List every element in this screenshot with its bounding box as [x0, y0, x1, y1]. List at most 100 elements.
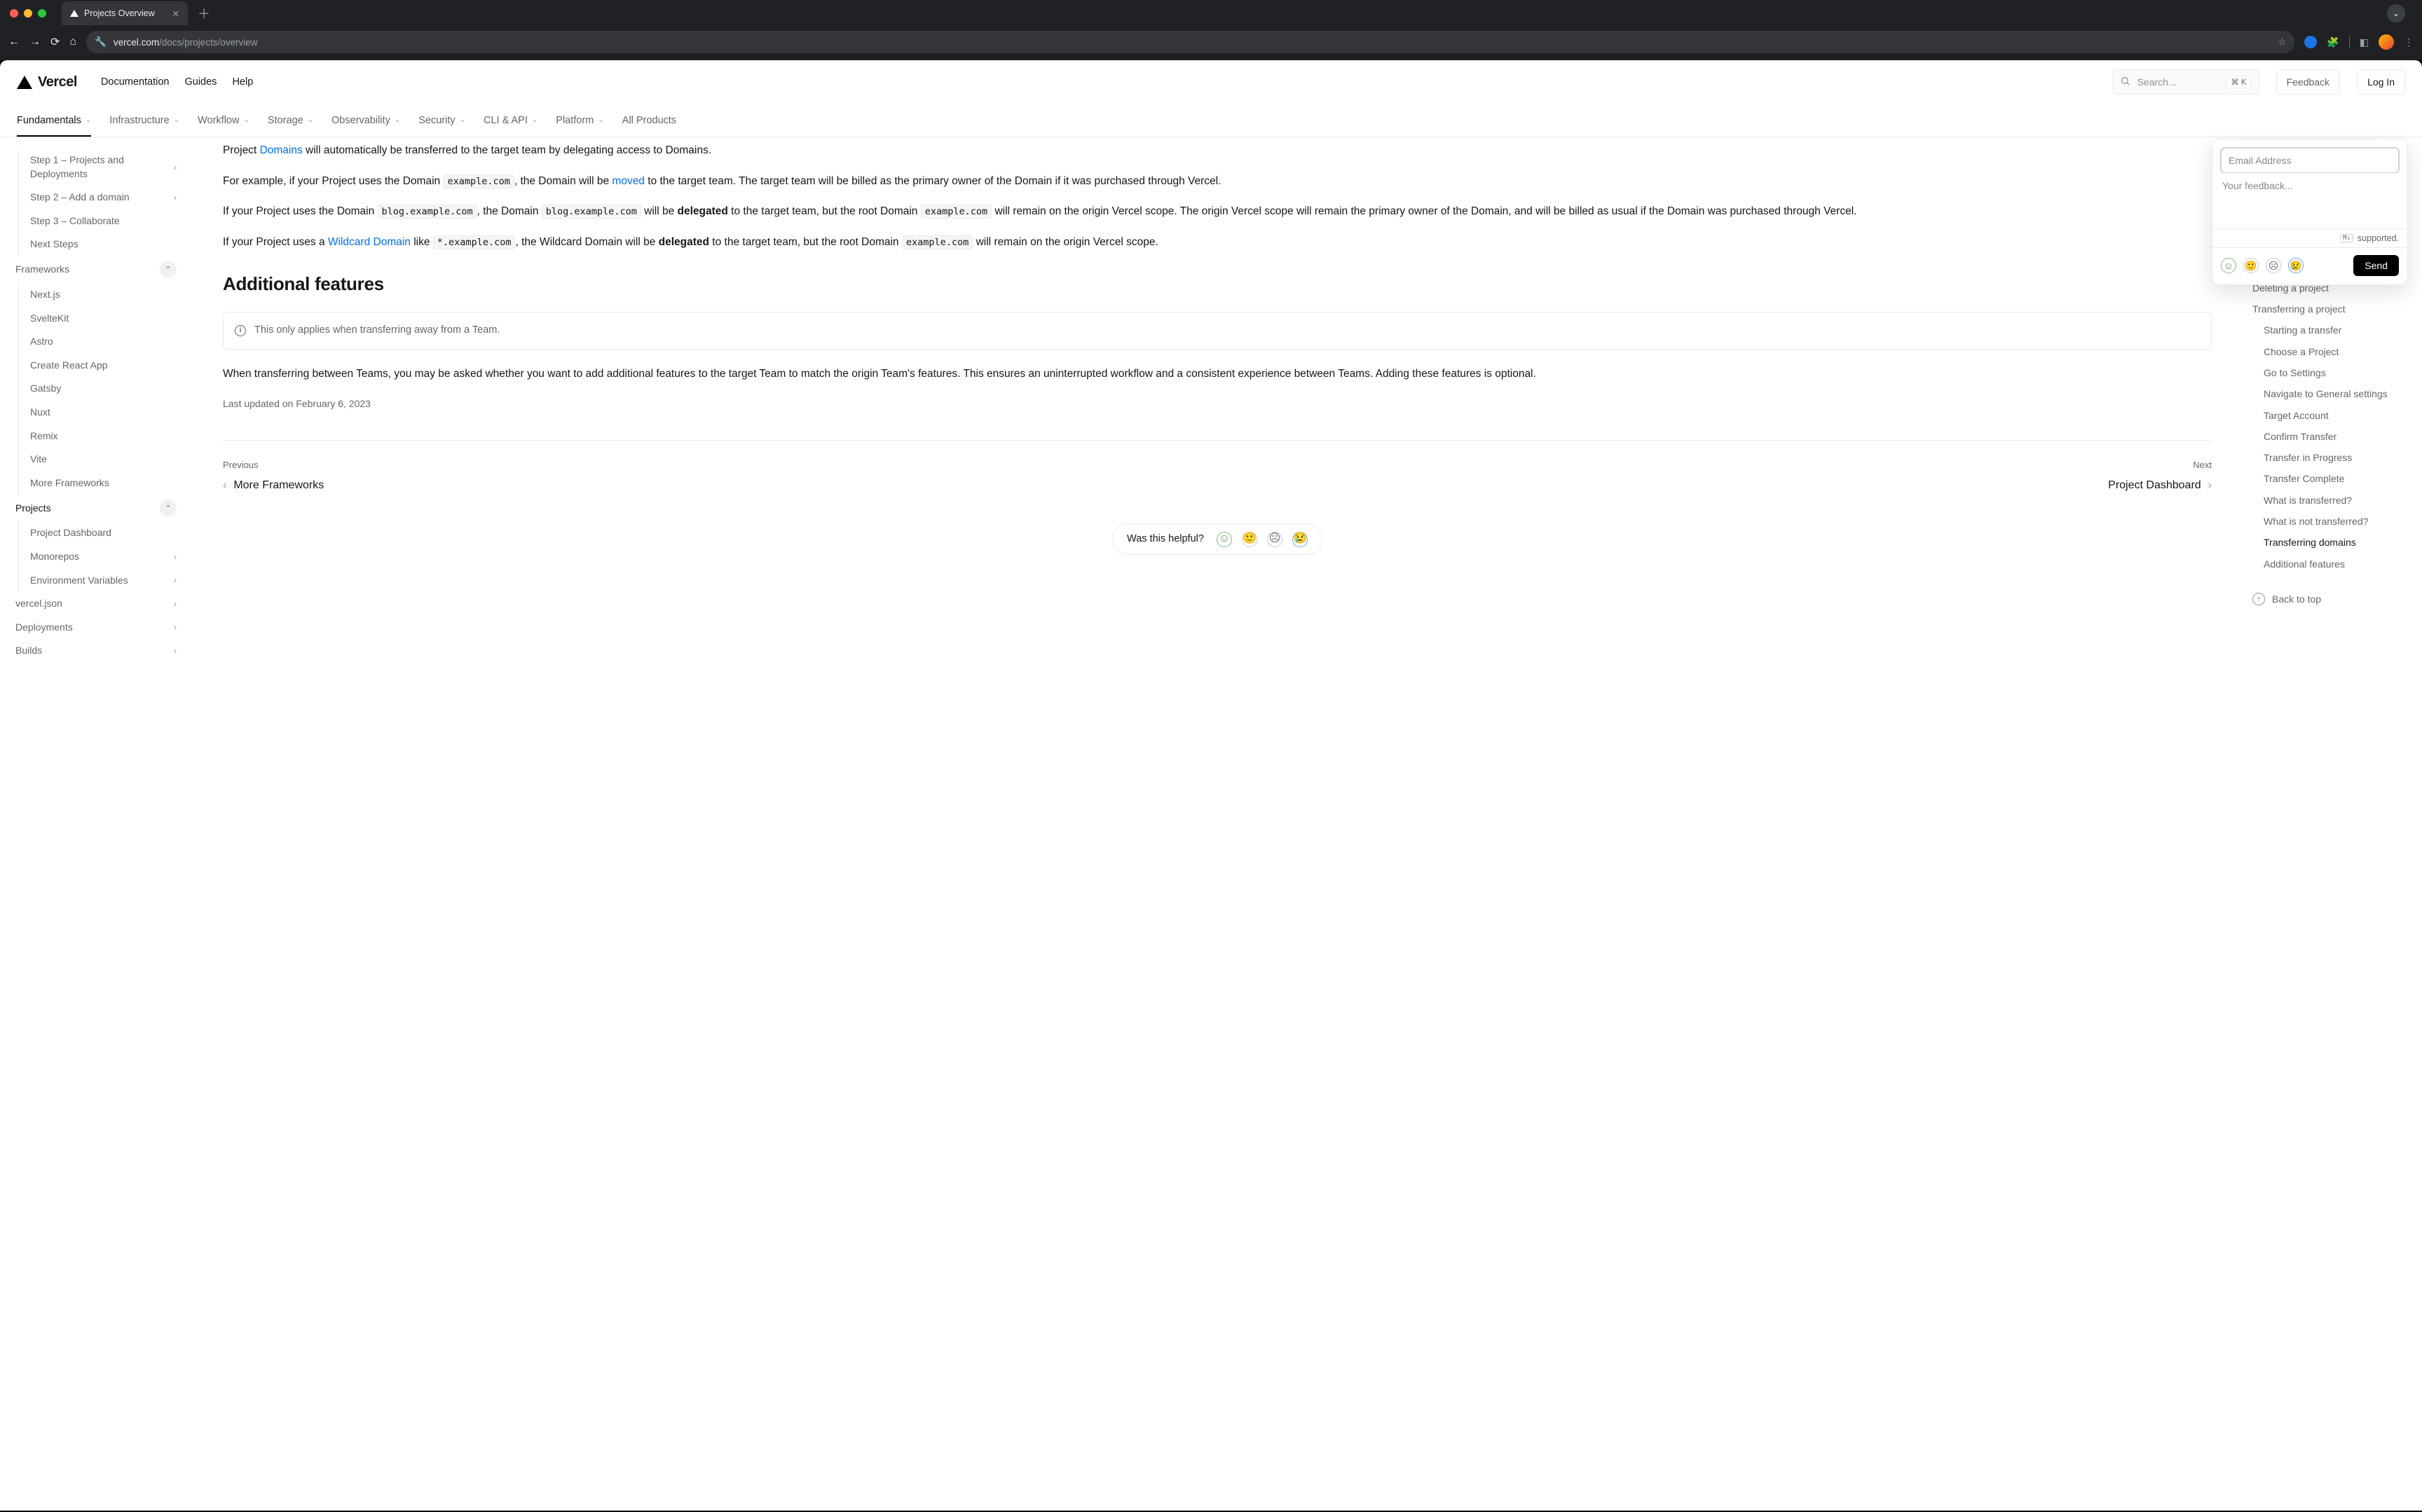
close-tab-icon[interactable]: ✕ — [172, 8, 179, 19]
site-info-icon[interactable]: 🔧 — [95, 36, 107, 48]
profile-avatar-icon[interactable] — [2379, 34, 2394, 50]
emoji-sad-icon[interactable]: ☹ — [1267, 532, 1282, 547]
nav-help[interactable]: Help — [232, 76, 253, 88]
subnav-all-products[interactable]: All Products — [622, 115, 676, 126]
extensions-puzzle-icon[interactable]: 🧩 — [2327, 36, 2339, 48]
emoji-love-icon[interactable]: ☺ — [2221, 258, 2236, 273]
link-wildcard-domain[interactable]: Wildcard Domain — [328, 236, 411, 248]
tab-title: Projects Overview — [84, 8, 155, 18]
subnav-platform[interactable]: Platform⌄ — [556, 115, 603, 126]
send-button[interactable]: Send — [2353, 255, 2399, 276]
traffic-lights[interactable] — [10, 9, 46, 18]
sidebar-item-env-vars[interactable]: Environment Variables› — [30, 569, 184, 593]
sidebar-item-cra[interactable]: Create React App — [30, 354, 184, 378]
feedback-button[interactable]: Feedback — [2276, 69, 2340, 95]
toc-item[interactable]: What is transferred? — [2252, 490, 2405, 511]
back-to-top[interactable]: ↑ Back to top — [2252, 593, 2405, 605]
sidebar-item-astro[interactable]: Astro — [30, 330, 184, 354]
login-button[interactable]: Log In — [2357, 69, 2405, 95]
page: Vercel Documentation Guides Help Search.… — [0, 60, 2422, 1511]
chrome-expand-button[interactable]: ⌄ — [2387, 4, 2405, 22]
toc-item[interactable]: Choose a Project — [2252, 341, 2405, 362]
subnav-fundamentals[interactable]: Fundamentals⌄ — [17, 115, 91, 126]
emoji-cry-icon[interactable]: 😢 — [1292, 532, 1308, 547]
toc-item[interactable]: Transfer in Progress — [2252, 447, 2405, 468]
minimize-window-icon[interactable] — [24, 9, 32, 18]
sidebar-item-sveltekit[interactable]: SvelteKit — [30, 307, 184, 331]
sidebar-item-nuxt[interactable]: Nuxt — [30, 401, 184, 425]
toc-item[interactable]: Additional features — [2252, 554, 2405, 575]
subnav-infrastructure[interactable]: Infrastructure⌄ — [109, 115, 179, 126]
helpful-label: Was this helpful? — [1127, 531, 1204, 548]
zoom-window-icon[interactable] — [38, 9, 46, 18]
panel-icon[interactable]: ◧ — [2360, 36, 2369, 48]
sidebar-item-step3[interactable]: Step 3 – Collaborate — [30, 209, 184, 233]
toc-item[interactable]: Navigate to General settings — [2252, 383, 2405, 404]
toc-item[interactable]: Go to Settings — [2252, 362, 2405, 383]
sidebar-item-monorepos[interactable]: Monorepos› — [30, 545, 184, 569]
collapse-toggle-icon[interactable]: ⌃ — [160, 261, 177, 278]
reload-button[interactable]: ⟳ — [50, 35, 60, 49]
primary-nav: Documentation Guides Help — [101, 76, 253, 88]
sidebar-item-deployments[interactable]: Deployments› — [15, 616, 184, 640]
emoji-cry-icon[interactable]: 😢 — [2288, 258, 2304, 273]
toc-item-active[interactable]: Transferring domains — [2252, 532, 2405, 553]
kebab-menu-icon[interactable]: ⋮ — [2404, 36, 2414, 48]
sidebar-section-frameworks[interactable]: Frameworks⌃ — [15, 256, 184, 283]
emoji-happy-icon[interactable]: 🙂 — [1242, 532, 1257, 547]
subnav-storage[interactable]: Storage⌄ — [268, 115, 313, 126]
back-button[interactable]: ← — [8, 36, 20, 48]
collapse-toggle-icon[interactable]: ⌃ — [160, 500, 177, 516]
heading-additional-features: Additional features — [223, 269, 2212, 299]
emoji-love-icon[interactable]: ☺ — [1217, 532, 1232, 547]
sidebar-item-more-frameworks[interactable]: More Frameworks — [30, 472, 184, 495]
emoji-sad-icon[interactable]: ☹ — [2266, 258, 2281, 273]
toc-item[interactable]: What is not transferred? — [2252, 511, 2405, 532]
bookmark-star-icon[interactable]: ☆ — [2278, 36, 2286, 48]
sidebar-item-project-dashboard[interactable]: Project Dashboard — [30, 521, 184, 545]
emoji-happy-icon[interactable]: 🙂 — [2243, 258, 2259, 273]
search-input[interactable]: Search... ⌘ K — [2112, 69, 2259, 95]
browser-tab-active[interactable]: Projects Overview ✕ — [62, 1, 188, 25]
sidebar-item-step1[interactable]: Step 1 – Projects and Deployments› — [30, 149, 184, 186]
home-button[interactable]: ⌂ — [69, 36, 76, 48]
toc-item[interactable]: Transfer Complete — [2252, 468, 2405, 489]
sidebar-item-next-steps[interactable]: Next Steps — [30, 233, 184, 256]
paragraph: For example, if your Project uses the Do… — [223, 172, 2212, 191]
sidebar-item-remix[interactable]: Remix — [30, 425, 184, 448]
subnav-observability[interactable]: Observability⌄ — [331, 115, 400, 126]
forward-button[interactable]: → — [29, 36, 41, 48]
sidebar-item-nextjs[interactable]: Next.js — [30, 283, 184, 307]
toc-item[interactable]: Transferring a project — [2252, 298, 2405, 319]
feedback-email-input[interactable] — [2221, 148, 2399, 173]
subnav-cli-api[interactable]: CLI & API⌄ — [484, 115, 538, 126]
close-window-icon[interactable] — [10, 9, 18, 18]
subnav-security[interactable]: Security⌄ — [418, 115, 465, 126]
sidebar-item-vercel-json[interactable]: vercel.json› — [15, 592, 184, 616]
popover-footer: ☺ 🙂 ☹ 😢 Send — [2212, 248, 2407, 284]
nav-guides[interactable]: Guides — [184, 76, 217, 88]
sidebar-item-vite[interactable]: Vite — [30, 448, 184, 472]
feedback-textarea[interactable] — [2221, 173, 2399, 226]
vercel-logo[interactable]: Vercel — [17, 74, 77, 90]
toc-item[interactable]: Confirm Transfer — [2252, 426, 2405, 447]
address-bar[interactable]: 🔧 vercel.com/docs/projects/overview ☆ — [86, 31, 2294, 53]
code: *.example.com — [433, 235, 516, 249]
sidebar-item-step2[interactable]: Step 2 – Add a domain› — [30, 186, 184, 209]
subnav-workflow[interactable]: Workflow⌄ — [198, 115, 249, 126]
sidebar-section-projects[interactable]: Projects⌃ — [15, 495, 184, 521]
sidebar-item-builds[interactable]: Builds› — [15, 639, 184, 663]
toc-item[interactable]: Starting a transfer — [2252, 319, 2405, 341]
browser-chrome: Projects Overview ✕ ＋ ⌄ ← → ⟳ ⌂ 🔧 vercel… — [0, 0, 2422, 60]
sidebar-item-gatsby[interactable]: Gatsby — [30, 377, 184, 401]
nav-documentation[interactable]: Documentation — [101, 76, 170, 88]
pager-next[interactable]: Next Project Dashboard› — [2108, 458, 2212, 495]
toc-item[interactable]: Target Account — [2252, 405, 2405, 426]
pager-next-title: Project Dashboard — [2108, 476, 2201, 495]
extension-icon[interactable] — [2304, 36, 2317, 48]
link-moved[interactable]: moved — [612, 175, 645, 187]
note-callout: i This only applies when transferring aw… — [223, 312, 2212, 350]
link-domains[interactable]: Domains — [260, 144, 303, 156]
pager-prev[interactable]: Previous ‹More Frameworks — [223, 458, 324, 495]
new-tab-button[interactable]: ＋ — [193, 4, 214, 22]
